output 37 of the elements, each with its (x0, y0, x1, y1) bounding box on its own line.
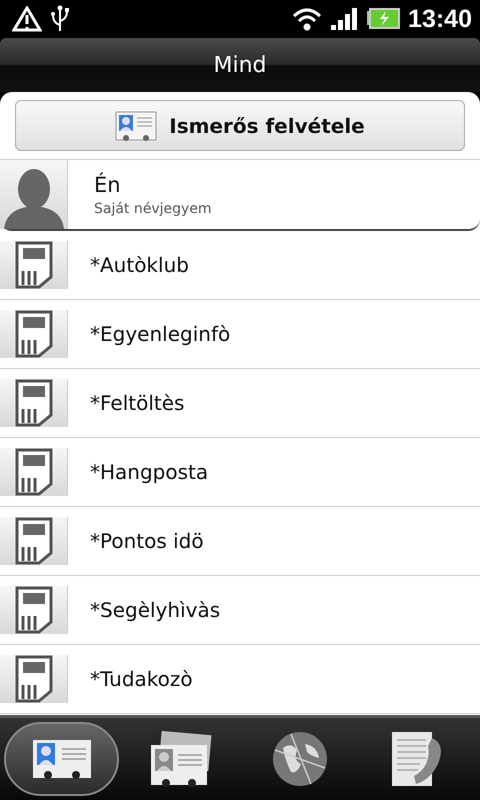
contact-card-icon (115, 110, 158, 140)
battery-icon (366, 8, 400, 30)
sim-card-icon (14, 448, 52, 496)
contact-row[interactable]: *Hangposta (0, 438, 480, 507)
contact-card-icon (32, 737, 92, 781)
contact-name: *Autòklub (89, 253, 189, 277)
wifi-icon (292, 7, 322, 31)
sim-card-icon (14, 517, 52, 565)
warning-icon (12, 6, 42, 32)
person-silhouette-icon (4, 167, 64, 229)
contact-name: *Egyenleginfò (89, 322, 230, 346)
sim-card-icon (14, 655, 52, 703)
sim-card-icon (14, 586, 52, 634)
contact-cards-icon (150, 731, 212, 787)
contact-row[interactable]: *Feltöltès (0, 369, 480, 438)
contact-name: *Segèlyhìvàs (89, 598, 220, 622)
contact-name: *Tudakozò (89, 667, 193, 691)
clock-time: 13:40 (408, 4, 472, 34)
usb-icon (50, 5, 70, 33)
contact-name: *Pontos idö (89, 529, 204, 553)
contact-name: Én (94, 172, 122, 196)
sim-card-icon (14, 241, 52, 289)
contact-row[interactable]: *Pontos idö (0, 507, 480, 576)
add-contact-button[interactable]: Ismerős felvétele (15, 100, 465, 151)
contact-name: *Hangposta (89, 460, 208, 484)
contact-name: *Feltöltès (89, 391, 184, 415)
contact-row[interactable]: *Segèlyhìvàs (0, 576, 480, 645)
contact-row[interactable]: *Autòklub (0, 231, 480, 300)
contact-row[interactable]: *Egyenleginfò (0, 300, 480, 369)
globe-icon (270, 730, 328, 788)
contact-subtitle: Saját névjegyem (94, 200, 212, 216)
screen-title: Mind (213, 52, 266, 78)
contact-row[interactable]: *Tudakozò (0, 645, 480, 714)
my-contact-row[interactable]: Én Saját névjegyem (0, 160, 480, 231)
signal-icon (330, 7, 358, 31)
sim-card-icon (14, 379, 52, 427)
sim-card-icon (14, 310, 52, 358)
